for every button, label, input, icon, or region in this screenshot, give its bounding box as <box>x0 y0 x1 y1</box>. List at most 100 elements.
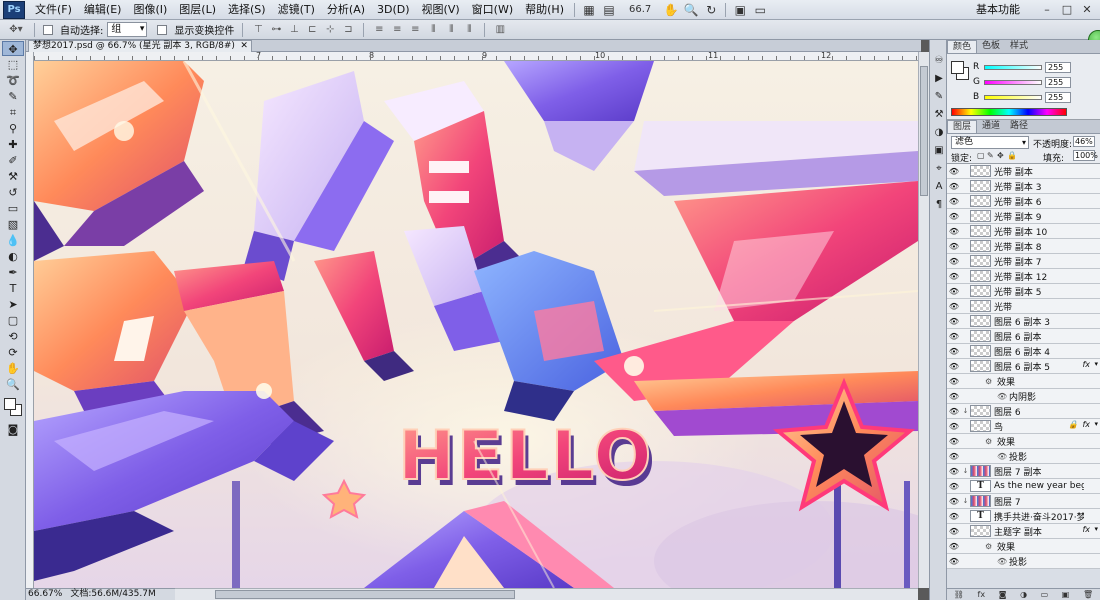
foreground-color[interactable] <box>951 61 964 74</box>
panel-tab[interactable]: 色板 <box>977 40 1005 53</box>
panel-tab[interactable]: 颜色 <box>947 40 978 53</box>
layer-row[interactable]: 👁 光带 副本 10 <box>947 224 1100 239</box>
layer-row[interactable]: 👁 光带 副本 5 <box>947 284 1100 299</box>
type-tool-icon[interactable]: T <box>2 281 24 296</box>
move-tool-icon[interactable]: ✥ <box>2 41 24 56</box>
layer-row[interactable]: 👁 图层 6 副本 3 <box>947 314 1100 329</box>
distribute-left-icon[interactable]: ⦀ <box>426 24 440 36</box>
layer-effect-row[interactable]: 👁 👁 投影 <box>947 449 1100 464</box>
distribute-hcenter-icon[interactable]: ⦀ <box>444 24 458 36</box>
visibility-eye-icon[interactable]: 👁 <box>947 467 961 476</box>
visibility-eye-icon[interactable]: 👁 <box>947 377 961 386</box>
layer-row[interactable]: 👁 光带 副本 9 <box>947 209 1100 224</box>
eraser-tool-icon[interactable]: ▭ <box>2 201 24 216</box>
3d-rotate-tool-icon[interactable]: ⟲ <box>2 329 24 344</box>
add-mask-icon[interactable]: ◙ <box>999 589 1007 600</box>
hand-tool-icon[interactable]: ✋ <box>661 2 681 18</box>
visibility-eye-icon[interactable]: 👁 <box>947 542 961 551</box>
lock-pixels-icon[interactable]: ✎ <box>987 151 994 160</box>
menu-item[interactable]: 编辑(E) <box>78 0 128 20</box>
effect-eye-icon[interactable]: 👁 <box>997 392 1009 401</box>
layer-effect-row[interactable]: 👁 👁 内阴影 <box>947 389 1100 404</box>
visibility-eye-icon[interactable]: 👁 <box>947 197 961 206</box>
layer-effect-row[interactable]: 👁 👁 投影 <box>947 554 1100 569</box>
zoom-tool-icon[interactable]: 🔍 <box>2 377 24 392</box>
align-left-icon[interactable]: ⊏ <box>305 24 319 36</box>
lock-all-icon[interactable]: 🔒 <box>1007 151 1017 160</box>
menu-item[interactable]: 选择(S) <box>222 0 272 20</box>
fx-badge[interactable]: fx <box>1082 420 1090 429</box>
minimize-icon[interactable]: – <box>1040 3 1054 16</box>
shape-tool-icon[interactable]: ▢ <box>2 313 24 328</box>
delete-layer-icon[interactable]: 🗑 <box>1083 589 1093 600</box>
scrollbar-thumb[interactable] <box>215 590 515 599</box>
layer-row[interactable]: 👁 ↓ 图层 7 <box>947 494 1100 509</box>
path-select-tool-icon[interactable]: ➤ <box>2 297 24 312</box>
panel-tab[interactable]: 样式 <box>1005 40 1033 53</box>
character-panel-icon[interactable]: A <box>932 180 946 194</box>
layer-row[interactable]: 👁 光带 副本 7 <box>947 254 1100 269</box>
foreground-color[interactable] <box>4 398 16 410</box>
visibility-eye-icon[interactable]: 👁 <box>947 557 961 566</box>
new-group-icon[interactable]: ▭ <box>1041 589 1049 600</box>
layer-row[interactable]: 👁 光带 副本 8 <box>947 239 1100 254</box>
menu-item[interactable]: 3D(D) <box>371 0 416 20</box>
healing-brush-tool-icon[interactable]: ✚ <box>2 137 24 152</box>
quick-mask-icon[interactable]: ◙ <box>2 422 24 437</box>
visibility-eye-icon[interactable]: 👁 <box>947 287 961 296</box>
effects-icon[interactable]: ⚙ <box>985 542 997 551</box>
layer-row[interactable]: 👁 TAs the new year begins, Everyt... <box>947 479 1100 494</box>
menu-item[interactable]: 滤镜(T) <box>272 0 321 20</box>
3d-orbit-tool-icon[interactable]: ⟳ <box>2 345 24 360</box>
menu-item[interactable]: 图像(I) <box>127 0 173 20</box>
menu-item[interactable]: 分析(A) <box>321 0 371 20</box>
dodge-tool-icon[interactable]: ◐ <box>2 249 24 264</box>
zoom-tool-icon[interactable]: 🔍 <box>681 2 701 18</box>
screen-mode-icon[interactable]: ▭ <box>750 2 770 18</box>
view-extras-icon[interactable]: ▤ <box>599 2 619 18</box>
fx-badge[interactable]: fx <box>1082 525 1090 534</box>
channel-slider[interactable] <box>984 79 1042 85</box>
lasso-tool-icon[interactable]: ➰ <box>2 73 24 88</box>
lock-transparency-icon[interactable]: ▢ <box>977 151 985 160</box>
visibility-eye-icon[interactable]: 👁 <box>947 437 961 446</box>
maximize-icon[interactable]: □ <box>1060 3 1074 16</box>
opacity-input[interactable]: 46% <box>1073 136 1095 147</box>
visibility-eye-icon[interactable]: 👁 <box>947 512 961 521</box>
brushes-panel-icon[interactable]: ✎ <box>932 90 946 104</box>
visibility-eye-icon[interactable]: 👁 <box>947 167 961 176</box>
visibility-eye-icon[interactable]: 👁 <box>947 497 961 506</box>
vertical-scrollbar[interactable] <box>918 52 929 588</box>
align-bottom-icon[interactable]: ⊥ <box>287 24 301 36</box>
launch-bridge-icon[interactable]: ▦ <box>579 2 599 18</box>
rotate-view-icon[interactable]: ↻ <box>701 2 721 18</box>
panel-tab[interactable]: 图层 <box>947 120 978 133</box>
menu-item[interactable]: 视图(V) <box>416 0 466 20</box>
fx-badge[interactable]: fx <box>1082 360 1090 369</box>
effect-eye-icon[interactable]: 👁 <box>997 452 1009 461</box>
visibility-eye-icon[interactable]: 👁 <box>947 242 961 251</box>
workspace-switcher[interactable]: 基本功能 <box>976 0 1020 20</box>
close-document-icon[interactable]: ✕ <box>240 41 248 52</box>
visibility-eye-icon[interactable]: 👁 <box>947 527 961 536</box>
layer-row[interactable]: 👁 图层 6 副本 5 fx ▾ <box>947 359 1100 374</box>
auto-align-icon[interactable]: ▥ <box>493 24 507 36</box>
masks-panel-icon[interactable]: ▣ <box>932 144 946 158</box>
channel-value-input[interactable]: 255 <box>1045 76 1071 88</box>
visibility-eye-icon[interactable]: 👁 <box>947 182 961 191</box>
zoom-level[interactable]: 66.67% <box>28 589 62 600</box>
show-transform-checkbox[interactable] <box>157 24 168 35</box>
panel-tab[interactable]: 路径 <box>1005 120 1033 133</box>
color-spectrum[interactable] <box>951 108 1067 116</box>
new-layer-icon[interactable]: ▣ <box>1062 589 1070 600</box>
channel-value-input[interactable]: 255 <box>1045 91 1071 103</box>
visibility-eye-icon[interactable]: 👁 <box>947 362 961 371</box>
align-vcenter-icon[interactable]: ⊶ <box>269 24 283 36</box>
layer-row[interactable]: 👁 光带 <box>947 299 1100 314</box>
channel-value-input[interactable]: 255 <box>1045 61 1071 73</box>
visibility-eye-icon[interactable]: 👁 <box>947 227 961 236</box>
layer-style-icon[interactable]: fx <box>978 589 986 600</box>
layer-row[interactable]: 👁 鸟 🔒 fx ▾ <box>947 419 1100 434</box>
layer-row[interactable]: 👁 图层 6 副本 <box>947 329 1100 344</box>
scrollbar-thumb[interactable] <box>920 66 928 196</box>
